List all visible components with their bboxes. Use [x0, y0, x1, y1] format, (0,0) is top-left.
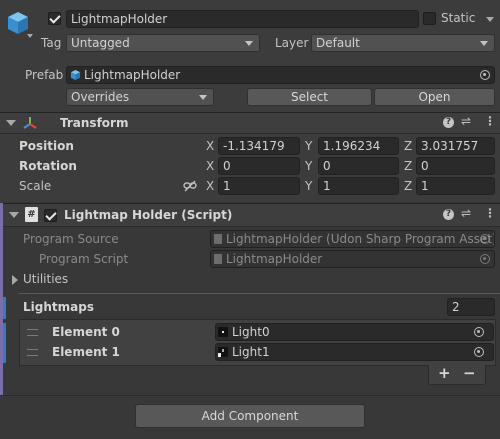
- program-script-field[interactable]: LightmapHolder: [210, 250, 495, 268]
- target-icon[interactable]: [480, 70, 490, 80]
- element-0-value: Light0: [232, 325, 270, 339]
- object-name-field[interactable]: LightmapHolder: [66, 10, 419, 28]
- lightmaps-label[interactable]: Lightmaps: [23, 300, 94, 314]
- cube-icon: [6, 10, 30, 36]
- kebab-menu-icon[interactable]: ⋮: [484, 114, 496, 128]
- position-x-field[interactable]: -1.134179: [218, 137, 300, 155]
- program-script-value: LightmapHolder: [226, 252, 323, 266]
- chevron-down-icon: [480, 41, 488, 46]
- script-title: Lightmap Holder (Script): [64, 208, 233, 222]
- add-component-button[interactable]: Add Component: [135, 404, 365, 428]
- element-1-label: Element 1: [52, 345, 120, 359]
- axis-z-label: Z: [404, 159, 413, 173]
- axis-x-label: X: [206, 139, 215, 153]
- target-icon[interactable]: [474, 327, 484, 337]
- help-icon[interactable]: ?: [443, 209, 454, 220]
- axis-x-label: X: [206, 179, 215, 193]
- utilities-label[interactable]: Utilities: [23, 272, 68, 286]
- chevron-down-icon[interactable]: [27, 34, 33, 38]
- axis-y-label: Y: [305, 139, 313, 153]
- open-button[interactable]: Open: [374, 88, 495, 106]
- scale-x-field[interactable]: 1: [218, 177, 300, 195]
- position-z-field[interactable]: 3.031757: [416, 137, 495, 155]
- select-button[interactable]: Select: [247, 88, 372, 106]
- drag-handle-icon[interactable]: [27, 329, 38, 336]
- link-icon[interactable]: [183, 180, 197, 192]
- kebab-menu-icon[interactable]: ⋮: [484, 206, 496, 220]
- axis-z-label: Z: [404, 179, 413, 193]
- program-source-field[interactable]: LightmapHolder (Udon Sharp Program Asset…: [210, 230, 495, 248]
- asset-icon: [214, 234, 222, 244]
- layer-value: Default: [316, 36, 360, 50]
- rotation-x-field[interactable]: 0: [218, 157, 300, 175]
- script-enabled-checkbox[interactable]: [44, 209, 57, 222]
- axis-z-label: Z: [404, 139, 413, 153]
- layer-dropdown[interactable]: Default: [311, 34, 495, 52]
- program-script-label: Program Script: [39, 252, 129, 266]
- axis-x-label: X: [206, 159, 215, 173]
- axis-y-label: Y: [305, 179, 313, 193]
- overrides-label: Overrides: [71, 90, 130, 104]
- element-1-value: Light1: [232, 345, 270, 359]
- static-label: Static: [441, 11, 476, 25]
- remove-element-button[interactable]: −: [463, 364, 476, 382]
- target-icon[interactable]: [480, 234, 490, 244]
- chevron-down-icon: [199, 95, 207, 100]
- transform-title: Transform: [60, 116, 129, 130]
- prefab-value: LightmapHolder: [84, 68, 181, 82]
- element-1-field[interactable]: Light1: [215, 343, 494, 361]
- active-checkbox[interactable]: [48, 12, 61, 25]
- help-icon[interactable]: ?: [443, 117, 454, 128]
- script-icon: #: [25, 207, 38, 222]
- list-footer: [428, 365, 486, 385]
- foldout-arrow-icon[interactable]: [9, 212, 19, 218]
- texture-thumb-icon: [218, 327, 228, 337]
- overrides-dropdown[interactable]: Overrides: [66, 88, 214, 106]
- script-file-icon: [214, 254, 222, 264]
- chevron-down-icon: [245, 41, 253, 46]
- texture-thumb-icon: [218, 347, 228, 357]
- element-0-field[interactable]: Light0: [215, 323, 494, 341]
- presets-icon[interactable]: ⇌: [461, 114, 471, 128]
- divider: [19, 293, 500, 294]
- tag-value: Untagged: [71, 36, 130, 50]
- rotation-y-field[interactable]: 0: [318, 157, 399, 175]
- transform-axes-icon: [22, 115, 38, 131]
- rotation-label: Rotation: [19, 159, 77, 173]
- inspector-bottom-divider: [0, 395, 500, 396]
- prefab-asset-field[interactable]: LightmapHolder: [66, 66, 495, 84]
- position-y-field[interactable]: 1.196234: [318, 137, 399, 155]
- scale-z-field[interactable]: 1: [416, 177, 495, 195]
- tag-dropdown[interactable]: Untagged: [66, 34, 260, 52]
- rotation-z-field[interactable]: 0: [416, 157, 495, 175]
- axis-y-label: Y: [305, 159, 313, 173]
- element-selection-bar: [3, 343, 6, 363]
- element-selection-bar: [3, 323, 6, 343]
- layer-label: Layer: [275, 36, 309, 50]
- drag-handle-icon[interactable]: [27, 349, 38, 356]
- tag-label: Tag: [41, 36, 62, 50]
- program-source-value: LightmapHolder (Udon Sharp Program Asset…: [226, 232, 495, 246]
- foldout-arrow-icon[interactable]: [12, 275, 18, 285]
- add-element-button[interactable]: +: [438, 364, 451, 382]
- foldout-arrow-icon[interactable]: [6, 120, 16, 126]
- static-checkbox[interactable]: [423, 12, 436, 25]
- presets-icon[interactable]: ⇌: [461, 206, 471, 220]
- prefab-label: Prefab: [25, 68, 64, 82]
- target-icon[interactable]: [474, 347, 484, 357]
- target-icon[interactable]: [480, 254, 490, 264]
- position-label: Position: [19, 139, 74, 153]
- static-dropdown-icon[interactable]: [486, 17, 494, 22]
- prefab-cube-icon: [70, 69, 81, 81]
- element-0-label: Element 0: [52, 325, 120, 339]
- lightmaps-size-field[interactable]: 2: [447, 298, 495, 316]
- program-source-label: Program Source: [23, 232, 119, 246]
- scale-y-field[interactable]: 1: [318, 177, 399, 195]
- lightmaps-selection-bar: [3, 297, 6, 319]
- scale-label: Scale: [19, 179, 52, 193]
